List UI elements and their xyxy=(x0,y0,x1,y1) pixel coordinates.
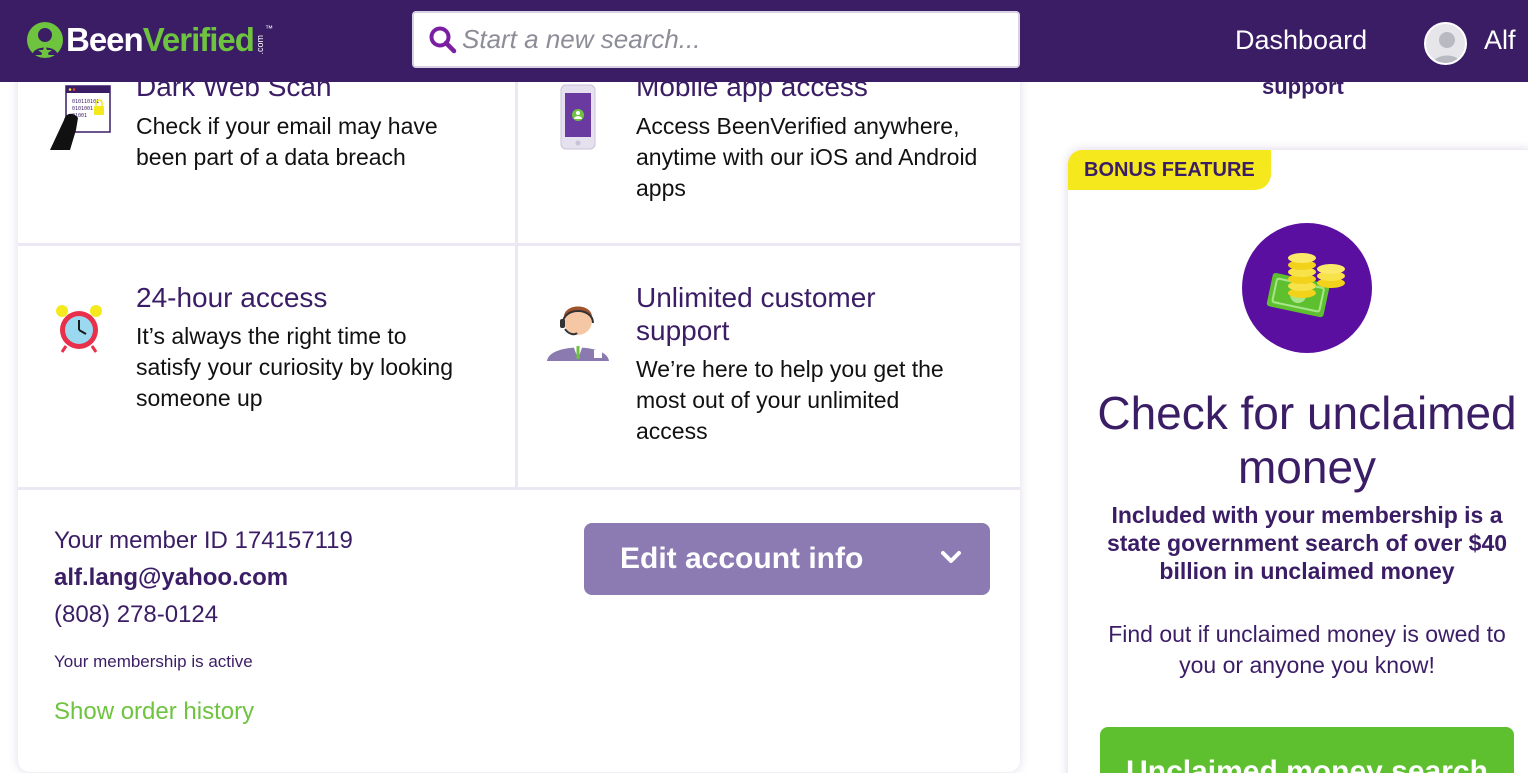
unclaimed-money-bonus-card: BONUS FEATURE Check for unclaimed money … xyxy=(1068,150,1528,773)
feature-desc-dark-web-scan: Check if your email may have been part o… xyxy=(136,113,438,170)
feature-desc-mobile-app: Access BeenVerified anywhere, anytime wi… xyxy=(636,113,978,201)
logo-text-verified: Verified xyxy=(142,21,255,58)
support-agent-icon xyxy=(547,306,609,361)
bonus-title: Check for unclaimed money xyxy=(1097,387,1517,493)
logo-text-been: Been xyxy=(66,21,144,58)
edit-account-info-button[interactable]: Edit account info xyxy=(584,523,990,595)
membership-status: Your membership is active xyxy=(54,652,253,671)
grid-divider xyxy=(18,243,1020,246)
bonus-description: Find out if unclaimed money is owed to y… xyxy=(1108,621,1506,678)
binary-text-line-1: 010110101 xyxy=(72,99,99,105)
logo-tld: .com xyxy=(254,35,265,55)
logo-person-icon xyxy=(27,22,63,58)
user-name-menu[interactable]: Alf xyxy=(1484,25,1516,56)
member-phone: (808) 278-0124 xyxy=(54,601,219,628)
edit-account-info-label: Edit account info xyxy=(620,542,864,575)
member-id: Your member ID 174157119 xyxy=(54,527,353,554)
show-order-history-link[interactable]: Show order history xyxy=(54,698,254,726)
chevron-down-icon xyxy=(941,551,961,563)
logo-wordmark: BeenVerified xyxy=(66,21,255,59)
nav-dashboard-link[interactable]: Dashboard xyxy=(1235,25,1367,56)
search-input[interactable] xyxy=(462,19,1002,60)
unclaimed-money-search-button[interactable]: Unclaimed money search xyxy=(1100,727,1514,773)
feature-title-24-hour: 24-hour access xyxy=(136,282,328,313)
feature-desc-24-hour: It’s always the right time to satisfy yo… xyxy=(136,323,454,411)
money-icon-graphic xyxy=(1266,253,1345,318)
dark-web-scan-icon: 010110101 0101001 01001 xyxy=(50,85,111,150)
feature-title-customer-support: Unlimited customer support xyxy=(636,282,876,346)
bonus-feature-badge: BONUS FEATURE xyxy=(1068,150,1271,190)
grid-divider xyxy=(18,487,1020,490)
top-navigation-bar: BeenVerified .com ™ Dashboard Alf xyxy=(0,0,1528,82)
binary-text-line-2: 0101001 xyxy=(72,106,93,112)
search-bar[interactable] xyxy=(412,11,1020,68)
alarm-clock-icon xyxy=(56,305,102,353)
bonus-included-text: Included with your membership is a state… xyxy=(1106,502,1508,584)
search-icon[interactable] xyxy=(428,25,458,55)
beenverified-logo[interactable]: BeenVerified .com ™ xyxy=(26,20,273,60)
avatar-person-icon xyxy=(1432,32,1462,63)
mobile-phone-icon xyxy=(560,84,596,150)
feature-desc-customer-support: We’re here to help you get the most out … xyxy=(636,356,944,444)
member-email: alf.lang@yahoo.com xyxy=(54,564,289,591)
grid-divider xyxy=(515,60,518,490)
money-coins-icon xyxy=(1242,223,1372,353)
user-avatar[interactable] xyxy=(1424,22,1467,65)
logo-trademark: ™ xyxy=(264,24,273,33)
membership-benefits-card: 010110101 0101001 01001 Dark Web Scan Ch… xyxy=(18,60,1020,772)
